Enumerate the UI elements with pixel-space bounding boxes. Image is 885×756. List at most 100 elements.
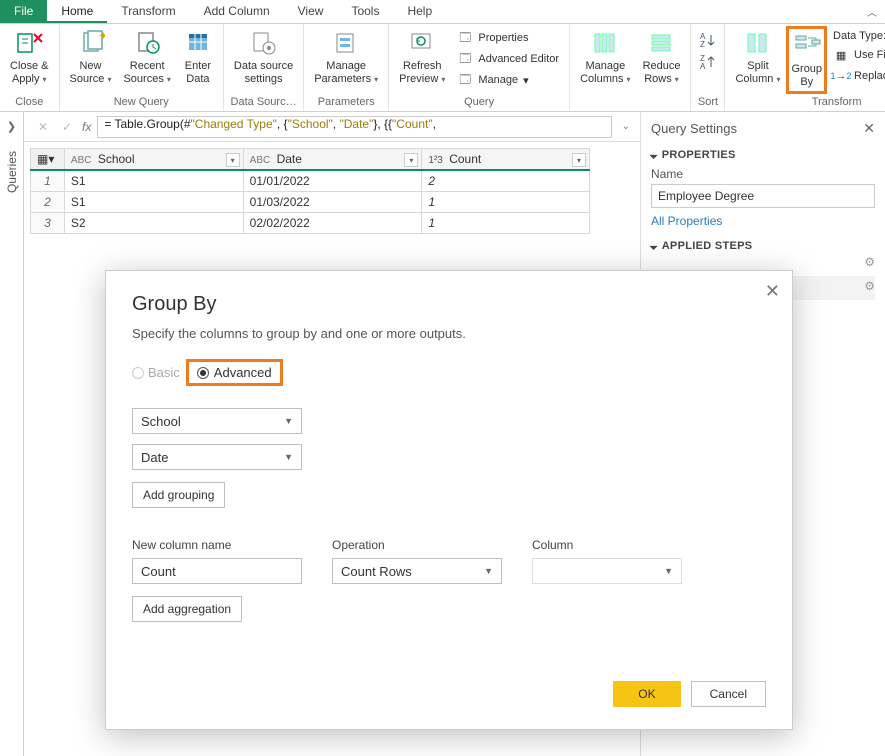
- group-label-newquery: New Query: [60, 94, 223, 111]
- parameters-icon: [331, 28, 361, 58]
- tab-transform[interactable]: Transform: [107, 0, 189, 23]
- svg-text:✦: ✦: [98, 29, 105, 43]
- group-label-sort: Sort: [691, 94, 724, 111]
- svg-text:Z: Z: [700, 40, 705, 49]
- grid-corner[interactable]: ▦▾: [31, 149, 65, 171]
- dialog-subtitle: Specify the columns to group by and one …: [132, 326, 766, 341]
- radio-basic[interactable]: Basic: [132, 365, 180, 380]
- new-source-icon: ✦: [76, 28, 106, 58]
- menu-tabs: File Home Transform Add Column View Tool…: [0, 0, 885, 24]
- col-filter-school[interactable]: ▾: [226, 153, 240, 167]
- applied-steps-header[interactable]: APPLIED STEPS: [651, 240, 875, 252]
- col-header-school[interactable]: ABC School▾: [64, 149, 243, 171]
- manage-columns-icon: [590, 28, 620, 58]
- settings-title: Query Settings: [651, 121, 737, 136]
- recent-sources-button[interactable]: RecentSources ▾: [117, 26, 176, 88]
- col-filter-count[interactable]: ▾: [572, 153, 586, 167]
- reduce-rows-icon: [647, 28, 677, 58]
- split-column-button[interactable]: SplitColumn ▾: [729, 26, 786, 88]
- ok-button[interactable]: OK: [613, 681, 680, 707]
- fx-icon[interactable]: fx: [82, 120, 91, 134]
- svg-text:A: A: [700, 62, 706, 71]
- sort-asc-button[interactable]: AZ: [698, 30, 718, 50]
- name-label: Name: [651, 167, 875, 181]
- data-grid: ▦▾ ABC School▾ ABC Date▾ 1²3 Count▾ 1 S1…: [30, 148, 590, 234]
- properties-button[interactable]: 🗔Properties: [455, 28, 561, 48]
- queries-expand-icon[interactable]: ❯: [7, 120, 16, 133]
- ribbon-collapse-icon[interactable]: ︿: [867, 4, 877, 19]
- sort-desc-button[interactable]: ZA: [698, 52, 718, 72]
- enter-data-button[interactable]: EnterData: [177, 26, 219, 88]
- properties-header[interactable]: PROPERTIES: [651, 149, 875, 161]
- formula-expand-icon[interactable]: ⌄: [618, 121, 634, 132]
- table-row[interactable]: 3 S2 02/02/2022 1: [31, 213, 590, 234]
- grouping-dropdown-2[interactable]: Date▼: [132, 444, 302, 470]
- tab-add-column[interactable]: Add Column: [190, 0, 284, 23]
- dialog-close-icon[interactable]: ✕: [765, 281, 780, 302]
- data-source-icon: [249, 28, 279, 58]
- formula-commit-icon[interactable]: ✓: [58, 120, 76, 134]
- operation-dropdown[interactable]: Count Rows▼: [332, 558, 502, 584]
- manage-button[interactable]: 🗔Manage ▾: [455, 70, 561, 90]
- tab-view[interactable]: View: [284, 0, 338, 23]
- dialog-title: Group By: [132, 293, 766, 316]
- use-first-row-button[interactable]: ▦Use First Row as: [831, 45, 885, 65]
- manage-columns-button[interactable]: ManageColumns ▾: [574, 26, 636, 88]
- cancel-button[interactable]: Cancel: [691, 681, 766, 707]
- data-source-settings-button[interactable]: Data sourcesettings: [228, 26, 299, 88]
- settings-close-icon[interactable]: ✕: [863, 120, 875, 137]
- grouping-dropdown-1[interactable]: School▼: [132, 408, 302, 434]
- query-name-input[interactable]: [651, 184, 875, 208]
- tab-file[interactable]: File: [0, 0, 47, 23]
- group-label-managecolumns: [570, 94, 690, 111]
- tab-home[interactable]: Home: [47, 0, 107, 23]
- col-header-date[interactable]: ABC Date▾: [243, 149, 422, 171]
- group-label-datasource: Data Sourc…: [224, 94, 303, 111]
- refresh-icon: [407, 28, 437, 58]
- data-type-button[interactable]: Data Type: Whole N: [831, 28, 885, 44]
- group-label-transform: Transform: [725, 94, 885, 111]
- group-by-dialog: ✕ Group By Specify the columns to group …: [105, 270, 793, 730]
- recent-sources-icon: [132, 28, 162, 58]
- step-gear-icon[interactable]: ⚙: [864, 255, 875, 269]
- replace-values-button[interactable]: 1→2Replace Values: [831, 66, 885, 86]
- table-row[interactable]: 1 S1 01/01/2022 2: [31, 170, 590, 192]
- formula-input[interactable]: = Table.Group(#"Changed Type", {"School"…: [97, 116, 611, 138]
- new-column-name-input[interactable]: [132, 558, 302, 584]
- tab-help[interactable]: Help: [393, 0, 446, 23]
- properties-icon: 🗔: [457, 30, 473, 46]
- table-row[interactable]: 2 S1 01/03/2022 1: [31, 192, 590, 213]
- queries-panel-collapsed[interactable]: ❯ Queries: [0, 112, 24, 756]
- step-gear-icon[interactable]: ⚙: [864, 279, 875, 293]
- reduce-rows-button[interactable]: ReduceRows ▾: [637, 26, 687, 88]
- column-dropdown: ▼: [532, 558, 682, 584]
- col-header-count[interactable]: 1²3 Count▾: [422, 149, 590, 171]
- split-column-icon: [743, 28, 773, 58]
- manage-icon: 🗔: [457, 72, 473, 88]
- refresh-preview-button[interactable]: RefreshPreview ▾: [393, 26, 451, 88]
- queries-label: Queries: [5, 151, 19, 193]
- manage-parameters-button[interactable]: ManageParameters ▾: [308, 26, 384, 88]
- replace-values-icon: 1→2: [833, 68, 849, 84]
- new-col-header: New column name: [132, 538, 302, 552]
- close-apply-button[interactable]: Close &Apply ▾: [4, 26, 55, 88]
- formula-bar: ✕ ✓ fx = Table.Group(#"Changed Type", {"…: [24, 112, 640, 142]
- new-source-button[interactable]: ✦ NewSource ▾: [64, 26, 118, 88]
- operation-header: Operation: [332, 538, 502, 552]
- group-label-close: Close: [0, 94, 59, 111]
- close-apply-icon: [14, 28, 44, 58]
- col-filter-date[interactable]: ▾: [404, 153, 418, 167]
- all-properties-link[interactable]: All Properties: [651, 214, 722, 228]
- add-grouping-button[interactable]: Add grouping: [132, 482, 225, 508]
- tab-tools[interactable]: Tools: [337, 0, 393, 23]
- add-aggregation-button[interactable]: Add aggregation: [132, 596, 242, 622]
- first-row-icon: ▦: [833, 47, 849, 63]
- radio-advanced[interactable]: Advanced: [186, 359, 283, 386]
- enter-data-icon: [183, 28, 213, 58]
- group-by-button[interactable]: GroupBy: [786, 26, 827, 94]
- advanced-editor-button[interactable]: 🗔Advanced Editor: [455, 49, 561, 69]
- group-label-query: Query: [389, 94, 569, 111]
- formula-cancel-icon[interactable]: ✕: [34, 120, 52, 134]
- group-label-parameters: Parameters: [304, 94, 388, 111]
- ribbon: Close &Apply ▾ Close ✦ NewSource ▾ Recen…: [0, 24, 885, 112]
